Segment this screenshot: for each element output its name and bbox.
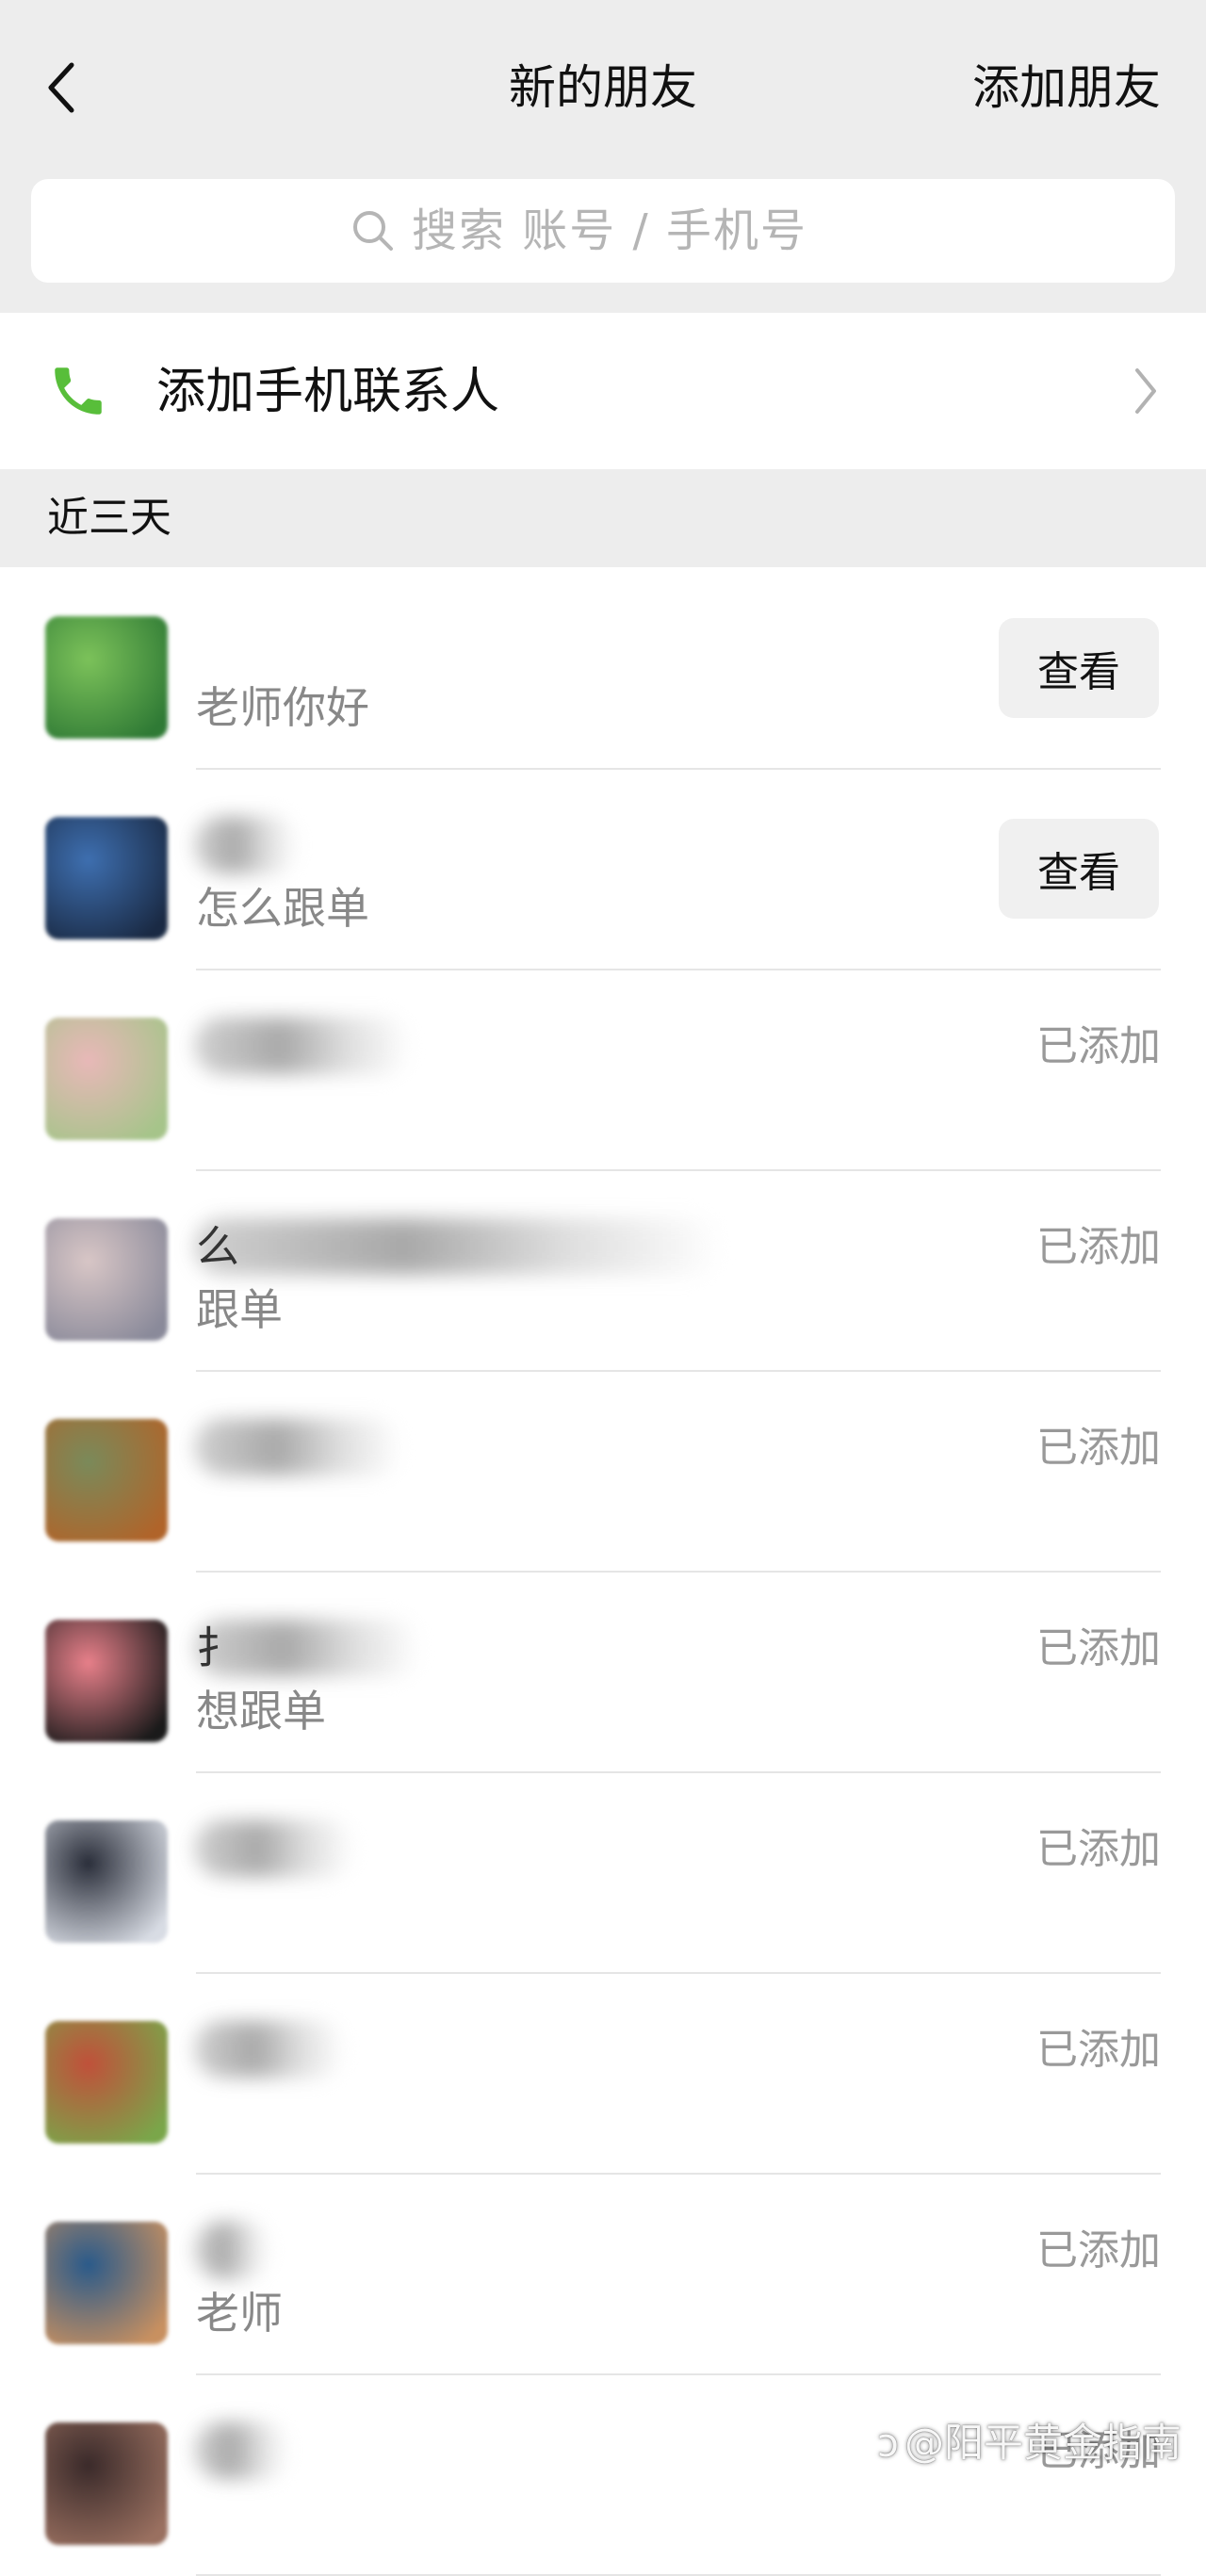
added-status: 已添加 [1036,1624,1161,1672]
friend-request-row[interactable]: 老师 已添加 [0,2175,1206,2375]
friend-request-list: 老师你好 查看 怎么跟单 查看 已添加么跟单 已添加 已添加扌想跟单 已添加 已添加 已添加 老师已… [0,569,1206,2576]
top-bar: 新的朋友 添加朋友 [0,0,1206,313]
added-status: 已添加 [1036,1825,1161,1873]
add-friend-button[interactable]: 添加朋友 [972,55,1161,121]
avatar[interactable] [45,1820,168,1943]
request-message: 老师你好 [196,682,369,733]
view-request-button[interactable]: 查看 [999,618,1159,718]
avatar[interactable] [45,616,168,739]
redacted-name [194,1419,401,1475]
section-header-recent: 近三天 [0,469,1206,567]
redacted-name [194,2222,269,2278]
request-message: 怎么跟单 [196,883,369,934]
added-status: 已添加 [1036,1022,1161,1070]
avatar[interactable] [45,1419,168,1541]
search-input[interactable] [412,204,855,257]
avatar[interactable] [45,1018,168,1140]
friend-request-row[interactable]: 扌想跟单 已添加 [0,1573,1206,1773]
request-message: 跟单 [196,1284,283,1335]
added-status: 已添加 [1036,2026,1161,2074]
add-phone-contacts-row[interactable]: 添加手机联系人 [0,315,1206,469]
avatar[interactable] [45,2021,168,2144]
redacted-name [194,817,298,873]
request-message: 想跟单 [196,1686,326,1736]
avatar[interactable] [45,2422,168,2545]
chevron-right-icon [1135,368,1156,414]
add-phone-contacts-label: 添加手机联系人 [156,364,500,420]
watermark-text: @阳平黄金指南 [904,2420,1182,2466]
view-request-button[interactable]: 查看 [999,819,1159,919]
added-status: 已添加 [1036,1424,1161,1472]
search-bar[interactable] [31,179,1175,283]
friend-request-row[interactable]: 已添加 [0,970,1206,1171]
added-status: 已添加 [1036,1223,1161,1271]
redacted-name [194,1820,354,1877]
friend-request-row[interactable]: 老师你好 查看 [0,569,1206,770]
section-title: 近三天 [47,494,171,542]
back-button[interactable] [38,55,85,121]
contact-name: 么 [196,1221,239,1272]
avatar[interactable] [45,2222,168,2344]
contact-name: 扌 [196,1622,239,1673]
search-icon [353,211,393,251]
avatar[interactable] [45,1620,168,1742]
redacted-name [194,1018,411,1074]
chevron-left-icon [48,62,74,113]
redacted-name [194,2422,288,2479]
friend-request-row[interactable]: 已添加 [0,2375,1206,2576]
friend-request-row[interactable]: 怎么跟单 查看 [0,770,1206,970]
avatar[interactable] [45,1218,168,1341]
friend-request-row[interactable]: 已添加 [0,1974,1206,2175]
zhihu-logo-icon: ↄ [876,2420,899,2466]
redacted-name [194,2021,345,2078]
friend-request-row[interactable]: 已添加 [0,1372,1206,1573]
avatar[interactable] [45,817,168,939]
added-status: 已添加 [1036,2226,1161,2274]
watermark: ↄ @阳平黄金指南 [877,2415,1182,2471]
friend-request-row[interactable]: 么跟单 已添加 [0,1171,1206,1372]
request-message: 老师 [196,2288,283,2339]
phone-icon [55,367,102,415]
redacted-name [194,1218,722,1275]
friend-request-row[interactable]: 已添加 [0,1773,1206,1974]
